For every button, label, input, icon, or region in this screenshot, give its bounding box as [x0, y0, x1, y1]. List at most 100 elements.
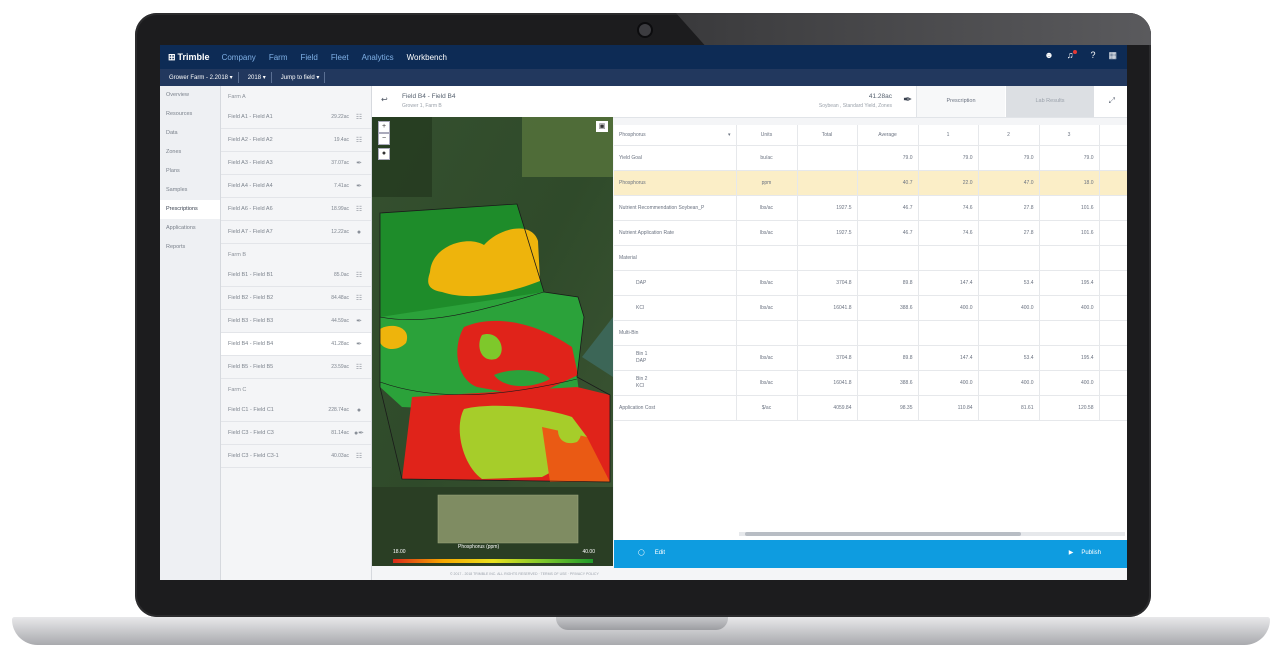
expand-icon[interactable]: ⤢ [1109, 96, 1115, 106]
seed-icon: ☷ [355, 364, 363, 371]
zoom-out-button[interactable]: − [378, 133, 390, 145]
cell-average: 388.6 [857, 295, 919, 321]
list-item[interactable]: Field C3 - Field C3 81.14ac ●✒ [221, 422, 371, 445]
cell-total: 3704.8 [797, 345, 858, 371]
table-row[interactable]: Bin 2 KCl lbs/ac 16041.8 388.6 400.0 400.0 400… [614, 370, 1127, 396]
cell-zone-1: 400.0 [918, 370, 979, 396]
table-row[interactable]: Material [614, 245, 1127, 271]
sidebar-item-applications[interactable]: Applications [160, 219, 220, 238]
horizontal-scrollbar-thumb[interactable] [745, 532, 1021, 536]
notifications-icon[interactable]: ♫ [1067, 50, 1078, 61]
cell-zone-3: 195.4 [1039, 270, 1100, 296]
list-item[interactable]: Field A4 - Field A4 7.41ac ✒ [221, 175, 371, 198]
laptop-notch [556, 617, 728, 630]
farm-group-label: Farm A [228, 94, 246, 100]
cell-total [797, 145, 858, 171]
list-item[interactable]: Field B5 - Field B5 23.59ac ☷ [221, 356, 371, 379]
nav-workbench[interactable]: Workbench [407, 53, 447, 62]
back-arrow-icon[interactable]: ↩ [381, 95, 388, 104]
cell-padding [1099, 170, 1127, 196]
list-item[interactable]: Field C3 - Field C3-1 40.03ac ☷ [221, 445, 371, 468]
sidebar-item-reports[interactable]: Reports [160, 238, 220, 257]
publish-button[interactable]: ▶ Publish [1069, 549, 1101, 557]
nav-farm[interactable]: Farm [269, 53, 288, 62]
tab-prescription[interactable]: Prescription [916, 86, 1005, 117]
list-item[interactable]: Field A2 - Field A2 19.4ac ☷ [221, 129, 371, 152]
sidebar-item-overview[interactable]: Overview [160, 86, 220, 105]
sidebar-item-zones[interactable]: Zones [160, 143, 220, 162]
cell-zone-2 [978, 245, 1040, 271]
field-list: Farm A Field A1 - Field A1 29.22ac ☷ Field… [221, 86, 372, 580]
cell-padding [1099, 320, 1127, 346]
table-row[interactable]: Yield Goal bu/ac 79.0 79.0 79.0 79.0 [614, 145, 1127, 171]
measure-tool-icon[interactable]: ● [378, 148, 390, 160]
table-row[interactable]: Nutrient Application Rate lbs/ac 1927.5 46.… [614, 220, 1127, 246]
tab-lab-results[interactable]: Lab Results [1006, 86, 1094, 117]
edit-brush-icon[interactable]: ✒ [903, 93, 912, 106]
zoom-in-button[interactable]: + [378, 121, 390, 133]
help-icon[interactable]: ? [1090, 50, 1095, 61]
legend-title: Phosphorus (ppm) [458, 544, 500, 550]
year-select[interactable]: 2018 ▾ [243, 72, 272, 83]
drop-icon: ● [356, 228, 362, 236]
cell-zone-1: 147.4 [918, 270, 979, 296]
column-header: Average [857, 125, 919, 146]
cell-units: bu/ac [736, 145, 798, 171]
nav-field[interactable]: Field [300, 53, 317, 62]
nutrient-selector[interactable]: Phosphorus ▾ [614, 125, 737, 146]
sidebar-item-resources[interactable]: Resources [160, 105, 220, 124]
jump-to-field-select[interactable]: Jump to field ▾ [276, 72, 326, 83]
field-area: 12.22ac [331, 229, 349, 235]
table-row[interactable]: Nutrient Recommendation Soybean_P lbs/ac 1… [614, 195, 1127, 221]
sidebar-item-data[interactable]: Data [160, 124, 220, 143]
list-item-selected[interactable]: Field B4 - Field B4 41.28ac ✒ [221, 333, 371, 356]
legend-max-value: 40.00 [582, 549, 595, 555]
cell-units: ppm [736, 170, 798, 196]
table-row[interactable]: Application Cost $/ac 4059.84 98.35 110.84 81… [614, 395, 1127, 421]
field-area: 37.07ac [331, 160, 349, 166]
trimble-logo[interactable]: ⊞ Trimble [168, 52, 210, 63]
table-row[interactable]: DAP lbs/ac 3704.8 89.8 147.4 53.4 195.4 [614, 270, 1127, 296]
edit-button[interactable]: ◯ Edit [638, 549, 665, 557]
nav-fleet[interactable]: Fleet [331, 53, 349, 62]
nav-company[interactable]: Company [222, 53, 256, 62]
sidebar-item-prescriptions[interactable]: Prescriptions [160, 200, 220, 219]
page-title: Field B4 - Field B4 [402, 93, 456, 100]
table-row[interactable]: Multi-Bin [614, 320, 1127, 346]
field-area: 81.14ac [331, 430, 349, 436]
sidebar-item-samples[interactable]: Samples [160, 181, 220, 200]
cell-total: 16041.8 [797, 370, 858, 396]
user-icon[interactable]: ☻ [1044, 50, 1053, 61]
list-item[interactable]: Field B2 - Field B2 84.48ac ☷ [221, 287, 371, 310]
nav-analytics[interactable]: Analytics [362, 53, 394, 62]
list-item[interactable]: Field A3 - Field A3 37.07ac ✒ [221, 152, 371, 175]
trimble-logo-icon: ⊞ [168, 51, 176, 62]
field-name: Field A7 - Field A7 [228, 229, 273, 235]
cell-zone-1: 74.6 [918, 195, 979, 221]
grower-farm-select[interactable]: Grower Farm - 2.2018 ▾ [164, 72, 239, 83]
map-layers-icon[interactable]: ▣ [596, 121, 608, 132]
cell-total: 16041.8 [797, 295, 858, 321]
field-area: 18.99ac [331, 206, 349, 212]
notification-badge [1073, 50, 1078, 54]
prescription-map[interactable]: + − ● ▣ Phosphorus (ppm) 18.00 40.00 [372, 117, 613, 566]
cell-zone-2: 47.0 [978, 170, 1040, 196]
list-item[interactable]: Field A6 - Field A6 18.99ac ☷ [221, 198, 371, 221]
list-item[interactable]: Field A1 - Field A1 29.22ac ☷ [221, 106, 371, 129]
crop-description: Soybean , Standard Yield, Zones [818, 103, 892, 109]
list-item[interactable]: Field B3 - Field B3 44.59ac ✒ [221, 310, 371, 333]
sidebar-item-plans[interactable]: Plans [160, 162, 220, 181]
list-item[interactable]: Field C1 - Field C1 228.74ac ● [221, 399, 371, 422]
table-row[interactable]: Phosphorus ppm 40.7 22.0 47.0 18.0 [614, 170, 1127, 196]
field-area: 23.59ac [331, 364, 349, 370]
list-item[interactable]: Field A7 - Field A7 12.22ac ● [221, 221, 371, 244]
table-row[interactable]: KCl lbs/ac 16041.8 388.6 400.0 400.0 400.0 [614, 295, 1127, 321]
list-item[interactable]: Field B1 - Field B1 85.0ac ☷ [221, 264, 371, 287]
apps-grid-icon[interactable]: ▦ [1108, 50, 1117, 61]
drop-brush-icon: ●✒ [353, 430, 365, 437]
table-row[interactable]: Bin 1 DAP lbs/ac 3704.8 89.8 147.4 53.4 195.4 [614, 345, 1127, 371]
cell-total [797, 320, 858, 346]
cell-padding [1099, 195, 1127, 221]
cell-zone-2: 400.0 [978, 295, 1040, 321]
brush-icon: ✒ [356, 318, 362, 325]
